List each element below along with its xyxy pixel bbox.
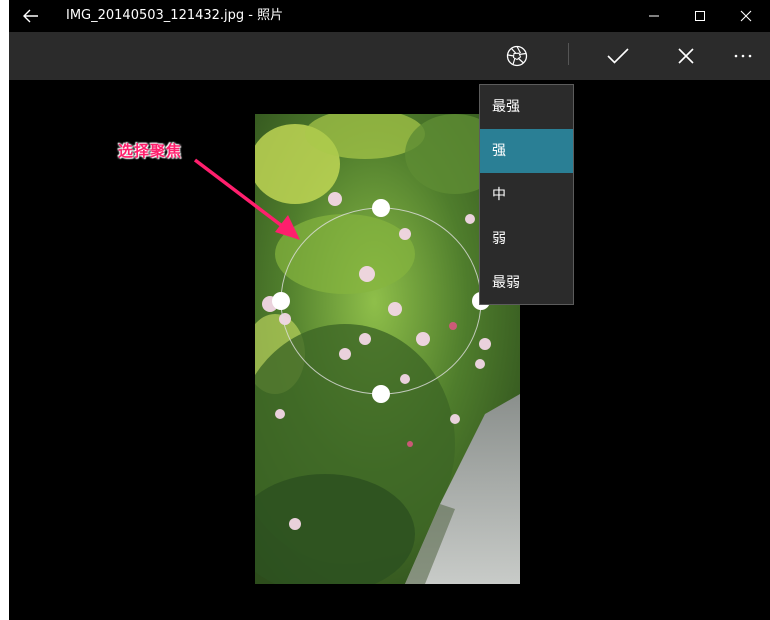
focus-handle-left[interactable] [272, 292, 290, 310]
menu-item-weak[interactable]: 弱 [480, 217, 573, 261]
annotation-label: 选择聚焦 [118, 142, 183, 160]
window-title: IMG_20140503_121432.jpg - 照片 [66, 8, 284, 23]
minimize-icon[interactable] [631, 0, 677, 32]
focus-handle-bottom[interactable] [372, 385, 390, 403]
toolbar-separator [568, 43, 569, 65]
checkmark-icon[interactable] [596, 32, 640, 80]
photos-window: IMG_20140503_121432.jpg - 照片 选择聚焦 最强 强 中… [9, 0, 770, 620]
vignette-aperture-icon[interactable] [495, 32, 539, 80]
menu-item-strongest[interactable]: 最强 [480, 85, 573, 129]
photo-canvas [9, 80, 770, 620]
edit-toolbar [9, 32, 770, 80]
close-icon[interactable] [723, 0, 769, 32]
menu-item-strong[interactable]: 强 [480, 129, 573, 173]
cancel-x-icon[interactable] [664, 32, 708, 80]
more-ellipsis-icon[interactable] [721, 32, 765, 80]
back-arrow-icon[interactable] [17, 4, 45, 28]
focus-handle-top[interactable] [372, 199, 390, 217]
menu-item-medium[interactable]: 中 [480, 173, 573, 217]
menu-item-weakest[interactable]: 最弱 [480, 261, 573, 305]
maximize-icon[interactable] [677, 0, 723, 32]
title-bar: IMG_20140503_121432.jpg - 照片 [9, 0, 770, 32]
focus-strength-menu: 最强 强 中 弱 最弱 [479, 84, 574, 305]
